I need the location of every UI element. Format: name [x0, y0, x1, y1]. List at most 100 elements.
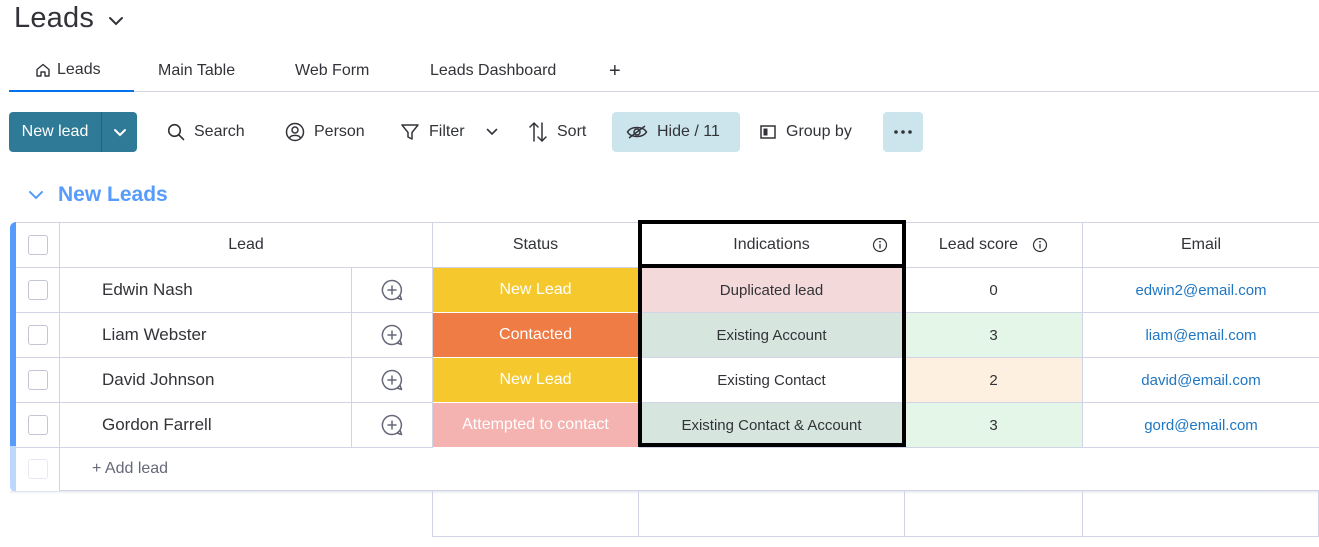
tab-web-form[interactable]: Web Form — [295, 50, 369, 92]
board-title-text: Leads — [14, 2, 95, 34]
email-cell[interactable]: gord@email.com — [1083, 403, 1319, 448]
row-checkbox-cell — [16, 313, 60, 358]
tab-label: Main Table — [158, 62, 236, 79]
indication-cell[interactable]: Existing Account — [639, 313, 905, 358]
column-header-lead-score[interactable]: Lead score — [905, 222, 1083, 268]
column-header-label: Lead score — [938, 236, 1019, 253]
lead-name-cell[interactable]: David Johnson — [60, 358, 352, 403]
email-cell[interactable]: liam@email.com — [1083, 313, 1319, 358]
status-label: New Lead — [499, 371, 572, 388]
row-checkbox[interactable] — [27, 280, 48, 300]
status-label: Contacted — [499, 326, 572, 343]
column-header-email[interactable]: Email — [1083, 222, 1319, 268]
lead-name: Liam Webster — [102, 325, 207, 344]
status-cell[interactable]: New Lead — [433, 268, 639, 313]
email-link[interactable]: liam@email.com — [1145, 327, 1256, 344]
row-checkbox[interactable] — [27, 325, 48, 345]
email-cell[interactable]: david@email.com — [1083, 358, 1319, 403]
sort-button[interactable]: Sort — [528, 112, 586, 152]
filter-button[interactable]: Filter — [400, 112, 498, 152]
filter-icon — [401, 124, 419, 140]
person-label: Person — [314, 123, 365, 140]
hide-columns-button[interactable]: Hide / 11 — [612, 112, 740, 152]
person-filter-button[interactable]: Person — [285, 112, 365, 152]
add-update-button[interactable] — [352, 268, 433, 313]
sort-label: Sort — [557, 123, 587, 140]
add-lead-row[interactable]: + Add lead — [60, 447, 1319, 491]
status-cell[interactable]: Contacted — [433, 313, 639, 358]
info-icon[interactable] — [872, 237, 888, 253]
home-icon — [35, 62, 51, 78]
new-lead-dropdown-button[interactable] — [102, 112, 137, 152]
sort-icon — [529, 121, 547, 143]
header-select-all-cell — [16, 222, 60, 268]
email-link[interactable]: david@email.com — [1141, 372, 1260, 389]
row-checkbox[interactable] — [27, 370, 48, 390]
lead-score-cell[interactable]: 2 — [905, 358, 1083, 403]
add-comment-icon — [380, 413, 404, 437]
status-label: Attempted to contact — [462, 416, 609, 433]
summary-divider — [432, 491, 433, 537]
summary-bottom-border — [432, 536, 1319, 537]
board-title[interactable]: Leads — [14, 2, 124, 35]
lead-name-cell[interactable]: Gordon Farrell — [60, 403, 352, 448]
add-view-button[interactable]: + — [609, 50, 621, 92]
column-header-status[interactable]: Status — [433, 222, 639, 268]
column-header-lead[interactable]: Lead — [60, 222, 433, 268]
row-checkbox-cell — [16, 358, 60, 403]
more-options-button[interactable] — [883, 112, 923, 152]
search-icon — [167, 123, 185, 141]
status-cell[interactable]: Attempted to contact — [433, 403, 639, 448]
person-icon — [285, 122, 305, 142]
indication-cell[interactable]: Existing Contact — [639, 358, 905, 403]
email-link[interactable]: edwin2@email.com — [1135, 282, 1266, 299]
add-update-button[interactable] — [352, 358, 433, 403]
row-checkbox[interactable] — [27, 415, 48, 435]
email-cell[interactable]: edwin2@email.com — [1083, 268, 1319, 313]
chevron-down-icon — [113, 128, 126, 136]
column-header-indications[interactable]: Indications — [639, 222, 905, 268]
lead-score-value: 3 — [989, 326, 998, 344]
lead-score-value: 0 — [989, 281, 998, 299]
status-cell[interactable]: New Lead — [433, 358, 639, 403]
group-by-label: Group by — [786, 123, 852, 140]
summary-divider — [638, 491, 639, 537]
tab-label: Web Form — [295, 62, 370, 79]
lead-name-cell[interactable]: Liam Webster — [60, 313, 352, 358]
indications-header-divider — [638, 264, 906, 268]
more-dots-icon — [894, 130, 912, 134]
tab-leads-dashboard[interactable]: Leads Dashboard — [430, 50, 556, 92]
add-update-button[interactable] — [352, 313, 433, 358]
lead-name: Edwin Nash — [102, 280, 193, 299]
add-lead-label: + Add lead — [92, 459, 169, 477]
board-toolbar: New lead Search Person Filter Sort Hide … — [9, 112, 1319, 152]
group-by-icon — [760, 125, 776, 139]
group-title: New Leads — [58, 183, 168, 206]
new-lead-button[interactable]: New lead — [9, 112, 102, 152]
indication-cell[interactable]: Existing Contact & Account — [639, 403, 905, 448]
tab-leads[interactable]: Leads — [9, 50, 134, 92]
row-checkbox-cell — [16, 403, 60, 448]
lead-score-cell[interactable]: 3 — [905, 403, 1083, 448]
group-header-new-leads[interactable]: New Leads — [28, 183, 168, 207]
tab-main-table[interactable]: Main Table — [158, 50, 235, 92]
filter-label: Filter — [429, 123, 465, 140]
group-by-button[interactable]: Group by — [759, 112, 852, 152]
hide-label: Hide / 11 — [657, 123, 720, 140]
lead-score-value: 3 — [989, 416, 998, 434]
lead-name: David Johnson — [102, 370, 215, 389]
add-comment-icon — [380, 323, 404, 347]
add-update-button[interactable] — [352, 403, 433, 448]
select-all-checkbox[interactable] — [27, 235, 48, 255]
lead-score-cell[interactable]: 3 — [905, 313, 1083, 358]
tab-label: Leads — [57, 61, 101, 78]
chevron-down-icon — [486, 128, 497, 136]
lead-score-value: 2 — [989, 371, 998, 389]
lead-score-cell[interactable]: 0 — [905, 268, 1083, 313]
info-icon[interactable] — [1032, 237, 1048, 253]
add-row-checkbox — [27, 459, 48, 479]
search-button[interactable]: Search — [167, 112, 245, 152]
indication-cell[interactable]: Duplicated lead — [639, 268, 905, 313]
email-link[interactable]: gord@email.com — [1144, 417, 1258, 434]
lead-name-cell[interactable]: Edwin Nash — [60, 268, 352, 313]
